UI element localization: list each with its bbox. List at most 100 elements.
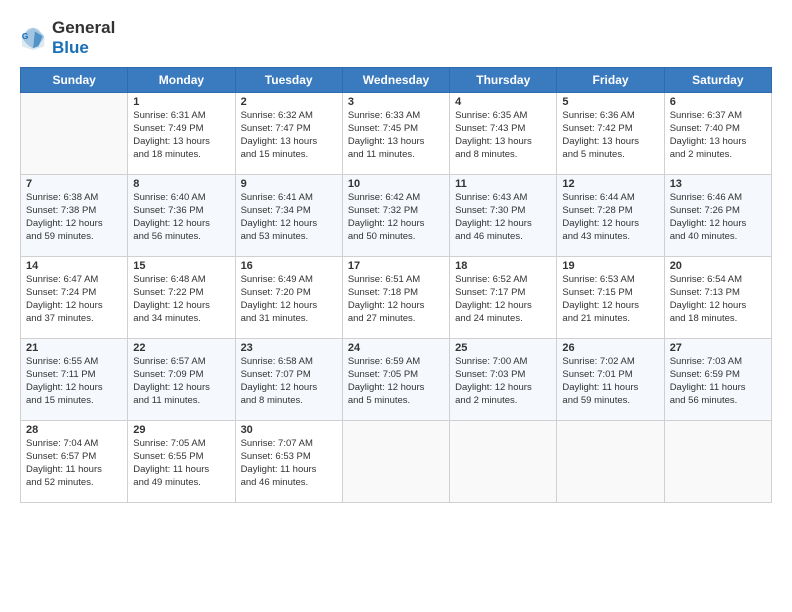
calendar-cell: 24Sunrise: 6:59 AMSunset: 7:05 PMDayligh… — [342, 339, 449, 421]
day-number: 8 — [133, 178, 229, 190]
calendar-week-row: 21Sunrise: 6:55 AMSunset: 7:11 PMDayligh… — [21, 339, 772, 421]
day-number: 21 — [26, 342, 122, 354]
cell-info-line: Daylight: 12 hours — [562, 218, 658, 231]
cell-info-line: Sunrise: 7:02 AM — [562, 356, 658, 369]
cell-info-line: Sunrise: 6:42 AM — [348, 192, 444, 205]
calendar-cell: 21Sunrise: 6:55 AMSunset: 7:11 PMDayligh… — [21, 339, 128, 421]
calendar-cell: 7Sunrise: 6:38 AMSunset: 7:38 PMDaylight… — [21, 175, 128, 257]
cell-info-line: Sunset: 7:32 PM — [348, 205, 444, 218]
calendar-cell — [664, 421, 771, 503]
cell-info-line: Sunset: 7:43 PM — [455, 123, 551, 136]
calendar-cell — [21, 93, 128, 175]
day-number: 20 — [670, 260, 766, 272]
calendar-cell: 11Sunrise: 6:43 AMSunset: 7:30 PMDayligh… — [450, 175, 557, 257]
cell-info-line: Daylight: 12 hours — [562, 300, 658, 313]
cell-info-line: Sunset: 6:53 PM — [241, 451, 337, 464]
cell-info-line: Sunrise: 6:33 AM — [348, 110, 444, 123]
calendar-cell: 18Sunrise: 6:52 AMSunset: 7:17 PMDayligh… — [450, 257, 557, 339]
cell-info-line: Daylight: 12 hours — [348, 300, 444, 313]
cell-info-line: and 59 minutes. — [562, 395, 658, 408]
day-number: 9 — [241, 178, 337, 190]
cell-info-line: Daylight: 13 hours — [241, 136, 337, 149]
cell-info-line: and 34 minutes. — [133, 313, 229, 326]
day-number: 10 — [348, 178, 444, 190]
cell-info-line: Sunrise: 7:03 AM — [670, 356, 766, 369]
calendar-cell: 8Sunrise: 6:40 AMSunset: 7:36 PMDaylight… — [128, 175, 235, 257]
calendar-cell: 27Sunrise: 7:03 AMSunset: 6:59 PMDayligh… — [664, 339, 771, 421]
cell-info-line: Sunrise: 6:48 AM — [133, 274, 229, 287]
calendar-cell: 15Sunrise: 6:48 AMSunset: 7:22 PMDayligh… — [128, 257, 235, 339]
cell-info-line: Sunrise: 6:37 AM — [670, 110, 766, 123]
cell-info-line: and 56 minutes. — [133, 231, 229, 244]
col-header-saturday: Saturday — [664, 68, 771, 93]
header: G General Blue — [20, 18, 772, 57]
cell-info-line: Sunset: 7:40 PM — [670, 123, 766, 136]
cell-info-line: Sunrise: 6:44 AM — [562, 192, 658, 205]
cell-info-line: and 11 minutes. — [348, 149, 444, 162]
cell-info-line: and 43 minutes. — [562, 231, 658, 244]
cell-info-line: Daylight: 12 hours — [26, 218, 122, 231]
calendar-cell: 25Sunrise: 7:00 AMSunset: 7:03 PMDayligh… — [450, 339, 557, 421]
cell-info-line: and 18 minutes. — [670, 313, 766, 326]
col-header-friday: Friday — [557, 68, 664, 93]
cell-info-line: Sunrise: 6:59 AM — [348, 356, 444, 369]
day-number: 17 — [348, 260, 444, 272]
cell-info-line: and 15 minutes. — [241, 149, 337, 162]
day-number: 22 — [133, 342, 229, 354]
cell-info-line: Sunrise: 6:54 AM — [670, 274, 766, 287]
cell-info-line: Sunrise: 6:52 AM — [455, 274, 551, 287]
cell-info-line: Sunrise: 6:32 AM — [241, 110, 337, 123]
day-number: 24 — [348, 342, 444, 354]
calendar-header-row: SundayMondayTuesdayWednesdayThursdayFrid… — [21, 68, 772, 93]
cell-info-line: Daylight: 12 hours — [670, 218, 766, 231]
cell-info-line: Sunrise: 6:41 AM — [241, 192, 337, 205]
col-header-monday: Monday — [128, 68, 235, 93]
cell-info-line: Sunrise: 6:43 AM — [455, 192, 551, 205]
calendar-cell: 1Sunrise: 6:31 AMSunset: 7:49 PMDaylight… — [128, 93, 235, 175]
cell-info-line: Sunset: 7:20 PM — [241, 287, 337, 300]
cell-info-line: Daylight: 11 hours — [241, 464, 337, 477]
cell-info-line: Sunset: 7:42 PM — [562, 123, 658, 136]
cell-info-line: Daylight: 12 hours — [455, 382, 551, 395]
cell-info-line: Daylight: 12 hours — [348, 218, 444, 231]
cell-info-line: and 15 minutes. — [26, 395, 122, 408]
calendar-cell — [342, 421, 449, 503]
cell-info-line: and 59 minutes. — [26, 231, 122, 244]
cell-info-line: and 50 minutes. — [348, 231, 444, 244]
cell-info-line: Daylight: 12 hours — [241, 218, 337, 231]
cell-info-line: Sunset: 7:28 PM — [562, 205, 658, 218]
cell-info-line: and 24 minutes. — [455, 313, 551, 326]
cell-info-line: Sunrise: 7:04 AM — [26, 438, 122, 451]
calendar-cell: 19Sunrise: 6:53 AMSunset: 7:15 PMDayligh… — [557, 257, 664, 339]
calendar-cell: 12Sunrise: 6:44 AMSunset: 7:28 PMDayligh… — [557, 175, 664, 257]
cell-info-line: Sunrise: 7:00 AM — [455, 356, 551, 369]
cell-info-line: Daylight: 12 hours — [455, 300, 551, 313]
logo-general: General — [52, 18, 115, 38]
cell-info-line: Sunset: 7:36 PM — [133, 205, 229, 218]
cell-info-line: Daylight: 13 hours — [670, 136, 766, 149]
cell-info-line: Daylight: 12 hours — [26, 300, 122, 313]
day-number: 25 — [455, 342, 551, 354]
cell-info-line: Sunrise: 6:53 AM — [562, 274, 658, 287]
cell-info-line: and 8 minutes. — [455, 149, 551, 162]
cell-info-line: Sunset: 6:55 PM — [133, 451, 229, 464]
cell-info-line: Sunset: 7:22 PM — [133, 287, 229, 300]
calendar-cell: 13Sunrise: 6:46 AMSunset: 7:26 PMDayligh… — [664, 175, 771, 257]
cell-info-line: Sunrise: 6:49 AM — [241, 274, 337, 287]
cell-info-line: Sunset: 7:01 PM — [562, 369, 658, 382]
cell-info-line: and 56 minutes. — [670, 395, 766, 408]
cell-info-line: and 2 minutes. — [455, 395, 551, 408]
day-number: 11 — [455, 178, 551, 190]
col-header-thursday: Thursday — [450, 68, 557, 93]
calendar-cell: 14Sunrise: 6:47 AMSunset: 7:24 PMDayligh… — [21, 257, 128, 339]
calendar-cell: 16Sunrise: 6:49 AMSunset: 7:20 PMDayligh… — [235, 257, 342, 339]
cell-info-line: and 2 minutes. — [670, 149, 766, 162]
cell-info-line: Sunset: 7:38 PM — [26, 205, 122, 218]
cell-info-line: Sunset: 7:18 PM — [348, 287, 444, 300]
cell-info-line: Sunset: 6:57 PM — [26, 451, 122, 464]
cell-info-line: Sunrise: 7:07 AM — [241, 438, 337, 451]
calendar-cell: 29Sunrise: 7:05 AMSunset: 6:55 PMDayligh… — [128, 421, 235, 503]
cell-info-line: Daylight: 13 hours — [562, 136, 658, 149]
cell-info-line: Sunset: 7:30 PM — [455, 205, 551, 218]
cell-info-line: and 5 minutes. — [562, 149, 658, 162]
